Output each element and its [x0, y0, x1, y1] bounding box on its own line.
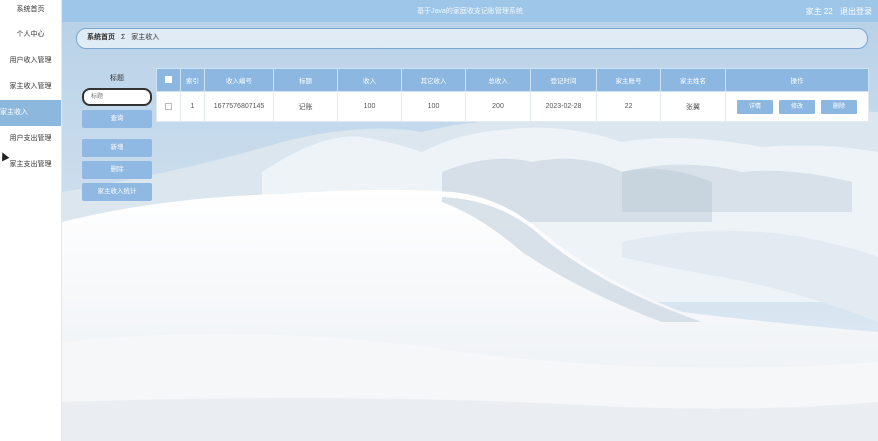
col-header: 总收入: [465, 68, 531, 92]
cell-index: 1: [180, 91, 205, 122]
select-all-checkbox[interactable]: [156, 68, 181, 92]
add-button[interactable]: 新增: [82, 139, 152, 157]
col-header: 收入编号: [204, 68, 274, 92]
table-row: 1 1677576807145 记账 100 100 200 2023-02-2…: [156, 91, 869, 122]
top-header: 基于Java的家庭收支记账管理系统 家主 22 退出登录: [62, 0, 878, 22]
cell-total-income: 200: [465, 91, 531, 122]
sidebar-item-home[interactable]: 系统首页: [0, 0, 61, 22]
sidebar-item-user-income[interactable]: 用户收入管理: [0, 48, 61, 74]
breadcrumb-current: 家主收入: [131, 34, 160, 41]
table-header-row: 索引 收入编号 标题 收入 其它收入 总收入 登记时间 家主账号 家主姓名 操作: [156, 68, 869, 92]
breadcrumb-separator-icon: Σ: [120, 34, 126, 41]
income-stats-button[interactable]: 家主收入统计: [82, 183, 152, 201]
cell-owner-name: 张翼: [660, 91, 726, 122]
user-area: 家主 22 退出登录: [801, 6, 872, 17]
cell-ops: 详情 修改 删除: [725, 91, 869, 122]
income-table: 索引 收入编号 标题 收入 其它收入 总收入 登记时间 家主账号 家主姓名 操作…: [156, 68, 869, 122]
col-header: 收入: [337, 68, 402, 92]
logout-link[interactable]: 退出登录: [840, 7, 872, 16]
sidebar: 系统首页 个人中心 用户收入管理 家主收入管理 家主收入 用户支出管理 家主支出…: [0, 0, 62, 441]
row-checkbox[interactable]: [156, 91, 181, 122]
col-header: 索引: [180, 68, 205, 92]
delete-button[interactable]: 删除: [82, 161, 152, 179]
cell-owner-account: 22: [596, 91, 661, 122]
col-header: 标题: [273, 68, 338, 92]
row-delete-button[interactable]: 删除: [820, 99, 857, 114]
user-label: 家主 22: [805, 7, 833, 16]
breadcrumb-home[interactable]: 系统首页: [87, 34, 115, 41]
sidebar-item-owner-income[interactable]: 家主收入: [0, 100, 61, 126]
sidebar-item-owner-expense[interactable]: 家主支出管理: [0, 152, 61, 178]
sidebar-item-profile[interactable]: 个人中心: [0, 22, 61, 48]
col-header: 家主账号: [596, 68, 661, 92]
breadcrumb: 系统首页 Σ 家主收入: [76, 28, 868, 49]
col-header: 登记时间: [530, 68, 597, 92]
edit-button[interactable]: 修改: [779, 99, 815, 114]
cell-income-no: 1677576807145: [204, 91, 274, 122]
detail-button[interactable]: 详情: [737, 99, 774, 114]
sidebar-item-user-expense[interactable]: 用户支出管理: [0, 126, 61, 152]
col-header: 家主姓名: [660, 68, 726, 92]
col-header: 操作: [725, 68, 869, 92]
cell-income: 100: [337, 91, 402, 122]
col-header: 其它收入: [401, 68, 466, 92]
query-button[interactable]: 查询: [82, 110, 152, 128]
search-input[interactable]: [82, 88, 152, 106]
sidebar-item-owner-income-mgmt[interactable]: 家主收入管理: [0, 74, 61, 100]
cell-title: 记账: [273, 91, 338, 122]
search-label: 标题: [110, 75, 124, 82]
cell-register-time: 2023-02-28: [530, 91, 597, 122]
app-title: 基于Java的家庭收支记账管理系统: [417, 8, 523, 15]
cell-other-income: 100: [401, 91, 466, 122]
